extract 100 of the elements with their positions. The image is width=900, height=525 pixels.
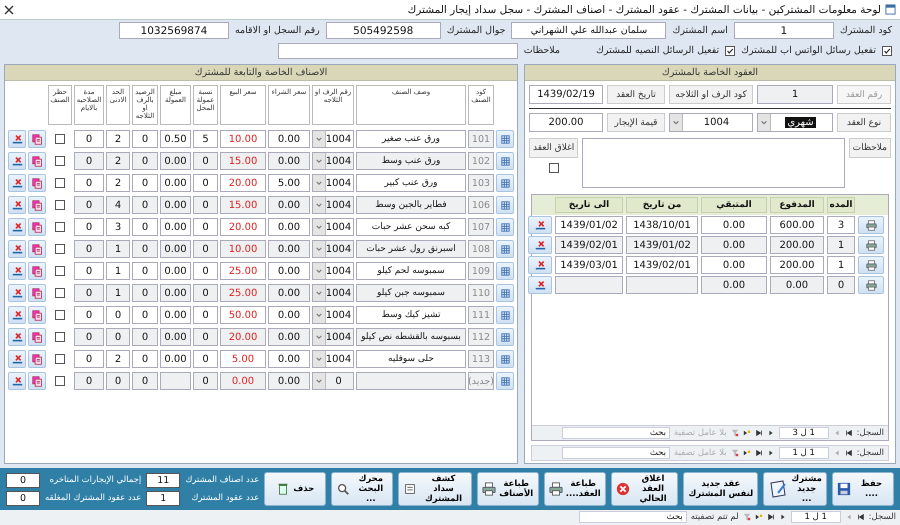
- balance-field[interactable]: 0: [132, 152, 158, 170]
- remaining-field[interactable]: 0.00: [701, 236, 767, 254]
- toolbar-button[interactable]: طباعة العقد....: [544, 472, 606, 506]
- duration-field[interactable]: 1: [827, 256, 855, 274]
- sell-price-field[interactable]: 0.00: [220, 372, 266, 390]
- shelf-life-field[interactable]: 0: [74, 284, 104, 302]
- toolbar-button[interactable]: مشترك جديد ...: [763, 472, 827, 506]
- text-field[interactable]: 1032569874: [118, 22, 229, 39]
- shelf-number-field[interactable]: 1004: [312, 350, 354, 368]
- shelf-life-field[interactable]: 0: [74, 328, 104, 346]
- shelf-life-field[interactable]: 0: [74, 240, 104, 258]
- commission-amount-field[interactable]: 0.00: [160, 328, 191, 346]
- from-date-field[interactable]: 1438/10/01: [626, 216, 698, 234]
- balance-field[interactable]: 0: [132, 306, 158, 324]
- shelf-life-field[interactable]: 0: [74, 196, 104, 214]
- shelf-code-dropdown[interactable]: 1004: [669, 113, 753, 132]
- balance-field[interactable]: 0: [132, 328, 158, 346]
- minimum-field[interactable]: 2: [106, 130, 130, 148]
- to-date-field[interactable]: 1439/03/01: [555, 256, 623, 274]
- balance-field[interactable]: 0: [132, 218, 158, 236]
- shelf-number-field[interactable]: 1004: [312, 174, 354, 192]
- toolbar-button[interactable]: طباعة الأصناف: [476, 472, 539, 506]
- commission-percent-field[interactable]: 0: [193, 152, 218, 170]
- buy-price-field[interactable]: 0.00: [268, 240, 310, 258]
- shelf-number-field[interactable]: 0: [312, 372, 354, 390]
- search-field[interactable]: بحث: [562, 427, 670, 439]
- buy-price-field[interactable]: 0.00: [268, 130, 310, 148]
- commission-amount-field[interactable]: 0.00: [160, 174, 191, 192]
- minimum-field[interactable]: 0: [106, 372, 130, 390]
- shelf-number-field[interactable]: 1004: [312, 306, 354, 324]
- balance-field[interactable]: 0: [132, 174, 158, 192]
- item-description-field[interactable]: سمبوسه لحم كيلو: [356, 262, 466, 280]
- sell-price-field[interactable]: 20.00: [220, 174, 266, 192]
- remaining-field[interactable]: 0.00: [701, 256, 767, 274]
- sell-price-field[interactable]: 5.00: [220, 350, 266, 368]
- balance-field[interactable]: 0: [132, 262, 158, 280]
- shelf-number-field[interactable]: 1004: [312, 262, 354, 280]
- record-position-field[interactable]: 1 ل 3: [778, 427, 829, 439]
- toolbar-button[interactable]: محرك البحث ...: [331, 472, 394, 506]
- toolbar-button[interactable]: اغلاق العقد الحالي: [610, 472, 678, 506]
- minimum-field[interactable]: 0: [106, 306, 130, 324]
- buy-price-field[interactable]: 0.00: [268, 284, 310, 302]
- commission-percent-field[interactable]: 0: [193, 174, 218, 192]
- paid-field[interactable]: 600.00: [770, 216, 824, 234]
- sell-price-field[interactable]: 50.00: [220, 306, 266, 324]
- minimum-field[interactable]: 2: [106, 152, 130, 170]
- minimum-field[interactable]: 4: [106, 196, 130, 214]
- rent-field[interactable]: 200.00: [529, 113, 603, 132]
- balance-field[interactable]: 0: [132, 350, 158, 368]
- item-description-field[interactable]: ورق عنب وسط: [356, 152, 466, 170]
- commission-amount-field[interactable]: 0.00: [160, 196, 191, 214]
- record-position-field[interactable]: 1 ل 1: [778, 447, 829, 459]
- commission-amount-field[interactable]: 0.00: [160, 152, 191, 170]
- sell-price-field[interactable]: 10.00: [220, 240, 266, 258]
- buy-price-field[interactable]: 5.00: [268, 174, 310, 192]
- paid-field[interactable]: 200.00: [770, 236, 824, 254]
- sell-price-field[interactable]: 25.00: [220, 284, 266, 302]
- item-description-field[interactable]: حلى سوفليه: [356, 350, 466, 368]
- commission-percent-field[interactable]: 0: [193, 218, 218, 236]
- commission-percent-field[interactable]: 0: [193, 240, 218, 258]
- sell-price-field[interactable]: 20.00: [220, 218, 266, 236]
- shelf-life-field[interactable]: 0: [74, 152, 104, 170]
- buy-price-field[interactable]: 0.00: [268, 350, 310, 368]
- commission-percent-field[interactable]: 0: [193, 284, 218, 302]
- commission-percent-field[interactable]: 0: [193, 372, 218, 390]
- balance-field[interactable]: 0: [132, 372, 158, 390]
- sell-price-field[interactable]: 25.00: [220, 262, 266, 280]
- remaining-field[interactable]: 0.00: [701, 216, 767, 234]
- minimum-field[interactable]: 3: [106, 218, 130, 236]
- item-description-field[interactable]: فطاير بالجبن وسط: [356, 196, 466, 214]
- text-field[interactable]: 505492598: [326, 22, 441, 39]
- buy-price-field[interactable]: 0.00: [268, 328, 310, 346]
- shelf-life-field[interactable]: 0: [74, 218, 104, 236]
- buy-price-field[interactable]: 0.00: [268, 262, 310, 280]
- commission-amount-field[interactable]: 0.00: [160, 240, 191, 258]
- commission-percent-field[interactable]: 0: [193, 262, 218, 280]
- commission-amount-field[interactable]: 0.50: [160, 130, 191, 148]
- sell-price-field[interactable]: 20.00: [220, 328, 266, 346]
- filter-status[interactable]: لم تتم تصفيته: [690, 512, 739, 522]
- minimum-field[interactable]: 2: [106, 350, 130, 368]
- balance-field[interactable]: 0: [132, 196, 158, 214]
- commission-amount-field[interactable]: 0.00: [160, 284, 191, 302]
- shelf-number-field[interactable]: 1004: [312, 152, 354, 170]
- commission-amount-field[interactable]: 0.00: [160, 306, 191, 324]
- balance-field[interactable]: 0: [132, 240, 158, 258]
- buy-price-field[interactable]: 0.00: [268, 372, 310, 390]
- shelf-life-field[interactable]: 0: [74, 174, 104, 192]
- item-description-field[interactable]: اسبرنق رول عشر حبات: [356, 240, 466, 258]
- text-field[interactable]: سلمان عبدالله علي الشهراني: [511, 22, 666, 39]
- sell-price-field[interactable]: 15.00: [220, 196, 266, 214]
- balance-field[interactable]: 0: [132, 284, 158, 302]
- paid-field[interactable]: 200.00: [770, 256, 824, 274]
- text-field[interactable]: 1: [734, 22, 834, 39]
- minimum-field[interactable]: 1: [106, 240, 130, 258]
- buy-price-field[interactable]: 0.00: [268, 196, 310, 214]
- commission-percent-field[interactable]: 0: [193, 350, 218, 368]
- toolbar-button[interactable]: حذف: [264, 472, 326, 506]
- sell-price-field[interactable]: 15.00: [220, 152, 266, 170]
- toolbar-button[interactable]: كشف سداد المشترك: [398, 472, 472, 506]
- commission-amount-field[interactable]: 0.00: [160, 218, 191, 236]
